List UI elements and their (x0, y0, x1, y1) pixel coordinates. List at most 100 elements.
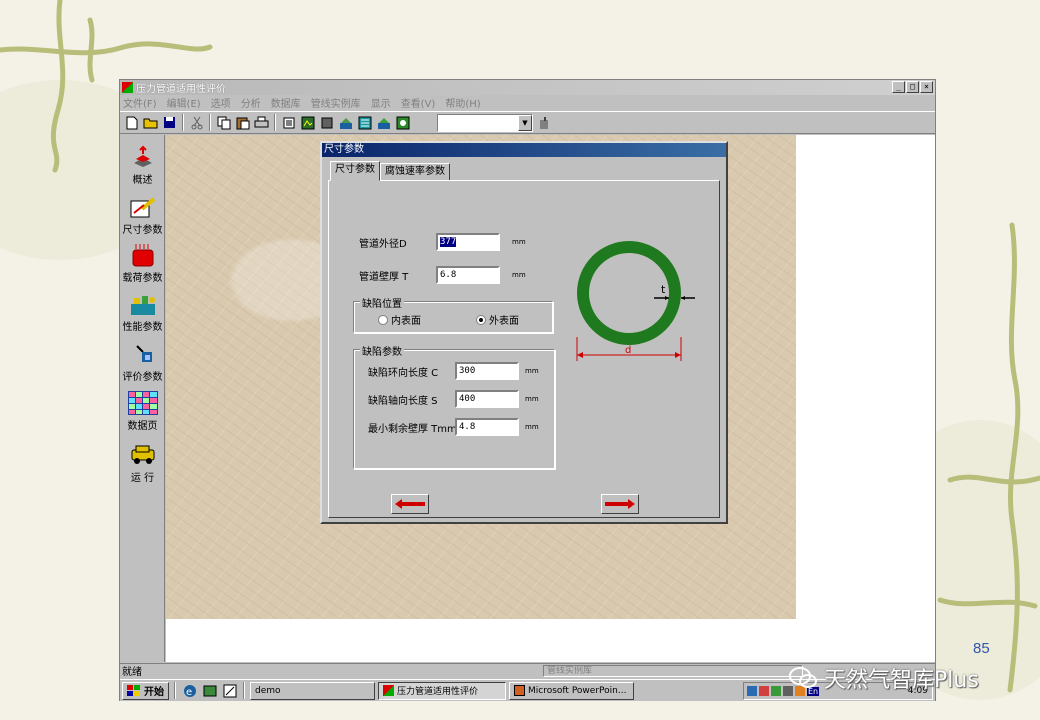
dimension-icon (128, 195, 158, 219)
prev-button[interactable] (391, 494, 429, 514)
menu-pipeline-cases[interactable]: 管线实例库 (311, 95, 361, 110)
radio-inner-surface[interactable]: 内表面 (378, 312, 421, 327)
cut-icon[interactable] (188, 114, 205, 131)
windows-logo-icon (127, 684, 140, 696)
quicklaunch-edit-icon[interactable] (221, 682, 238, 699)
window-title: 压力管道适用性评价 (136, 84, 226, 95)
open-icon[interactable] (142, 114, 159, 131)
task-powerpoint[interactable]: Microsoft PowerPoin... (509, 681, 634, 700)
tab-corrosion-rate[interactable]: 腐蚀速率参数 (380, 163, 450, 181)
new-icon[interactable] (123, 114, 140, 131)
tool-1-icon[interactable] (280, 114, 297, 131)
task-app[interactable]: 压力管道适用性评价 (378, 681, 506, 700)
wall-thickness-label: 管道壁厚 T (359, 271, 409, 283)
menu-display[interactable]: 显示 (371, 95, 391, 110)
sidebar-item-dimension[interactable]: 尺寸参数 (120, 195, 165, 236)
combo-action-icon[interactable] (535, 114, 552, 131)
tray-network-icon[interactable] (747, 686, 757, 696)
outer-diameter-row: 管道外径D 377 mm (359, 233, 526, 251)
powerpoint-icon (514, 685, 525, 696)
next-button[interactable] (601, 494, 639, 514)
taskbar-separator (243, 682, 245, 699)
menu-bar: 文件(F) 编辑(E) 选项 分析 数据库 管线实例库 显示 查看(V) 帮助(… (120, 95, 935, 110)
copy-icon[interactable] (215, 114, 232, 131)
menu-database[interactable]: 数据库 (271, 95, 301, 110)
sidebar-item-performance[interactable]: 性能参数 (120, 292, 165, 333)
task-demo[interactable]: demo (250, 681, 375, 700)
tray-pen-icon[interactable] (759, 686, 769, 696)
menu-file[interactable]: 文件(F) (123, 95, 157, 110)
watermark-text: 天然气智库Plus (824, 668, 979, 693)
wall-thickness-row: 管道壁厚 T 6.8 mm (359, 266, 526, 284)
sidebar-item-run[interactable]: 运 行 (120, 443, 165, 484)
sidebar-item-label: 性能参数 (122, 322, 163, 333)
taskbar-separator (174, 682, 176, 699)
defect-circumferential-label: 缺陷环向长度 C (368, 367, 439, 379)
start-button[interactable]: 开始 (122, 681, 169, 700)
workspace-blank-strip (166, 619, 796, 662)
dialog-title[interactable]: 尺寸参数 (322, 143, 726, 157)
menu-options[interactable]: 选项 (211, 95, 231, 110)
defect-axial-input[interactable]: 400 (455, 390, 519, 408)
min-remaining-thickness-row: 最小剩余壁厚 Tmm 4.8 mm (368, 418, 539, 436)
app-icon (383, 685, 394, 696)
defect-circumferential-unit: mm (525, 367, 539, 375)
diameter-label: d (625, 345, 631, 356)
wall-thickness-input[interactable]: 6.8 (436, 266, 500, 284)
title-bar[interactable]: 压力管道适用性评价 _ □ × (120, 80, 935, 95)
min-remaining-thickness-input[interactable]: 4.8 (455, 418, 519, 436)
dialog-tabs: 尺寸参数 腐蚀速率参数 (330, 161, 450, 181)
task-powerpoint-label: Microsoft PowerPoin... (528, 685, 627, 696)
paste-icon[interactable] (234, 114, 251, 131)
tool-4-icon[interactable] (337, 114, 354, 131)
sidebar-item-label: 尺寸参数 (122, 225, 163, 236)
task-demo-label: demo (255, 685, 281, 696)
menu-edit[interactable]: 编辑(E) (167, 95, 201, 110)
tray-app-icon[interactable] (771, 686, 781, 696)
defect-location-title: 缺陷位置 (360, 295, 404, 310)
tool-5-icon[interactable] (356, 114, 373, 131)
sidebar-item-label: 运 行 (130, 473, 155, 484)
tool-7-icon[interactable] (394, 114, 411, 131)
sidebar-item-load[interactable]: 载荷参数 (120, 243, 165, 284)
defect-circumferential-input[interactable]: 300 (455, 362, 519, 380)
pipe-bore (589, 253, 669, 333)
window-controls: _ □ × (892, 81, 933, 93)
menu-view[interactable]: 查看(V) (401, 95, 436, 110)
tool-6-icon[interactable] (375, 114, 392, 131)
sidebar-item-evaluation[interactable]: 评价参数 (120, 342, 165, 383)
data-page-icon (127, 391, 158, 415)
tab-dimension[interactable]: 尺寸参数 (330, 161, 380, 181)
outer-diameter-input[interactable]: 377 (436, 233, 500, 251)
app-icon (122, 82, 133, 93)
sidebar-item-overview[interactable]: 概述 (120, 145, 165, 186)
radio-outer-surface[interactable]: 外表面 (476, 312, 519, 327)
application-window: 压力管道适用性评价 _ □ × 文件(F) 编辑(E) 选项 分析 数据库 管线… (119, 79, 936, 701)
tool-2-icon[interactable] (299, 114, 316, 131)
minimize-button[interactable]: _ (892, 81, 905, 93)
print-icon[interactable] (253, 114, 270, 131)
sidebar-item-label: 数据页 (127, 421, 158, 432)
evaluation-icon (128, 342, 158, 366)
menu-analysis[interactable]: 分析 (241, 95, 261, 110)
sidebar-item-label: 载荷参数 (122, 273, 163, 284)
save-icon[interactable] (161, 114, 178, 131)
min-remaining-thickness-unit: mm (525, 423, 539, 431)
tool-3-icon[interactable] (318, 114, 335, 131)
ie-icon[interactable]: e (181, 682, 198, 699)
outer-diameter-value: 377 (440, 237, 457, 247)
sidebar-item-data-page[interactable]: 数据页 (120, 391, 165, 432)
outer-diameter-unit: mm (512, 238, 526, 246)
quicklaunch-icon[interactable] (201, 682, 218, 699)
close-button[interactable]: × (920, 81, 933, 93)
performance-icon (128, 292, 158, 316)
radio-dot-selected (476, 314, 486, 325)
maximize-button[interactable]: □ (906, 81, 919, 93)
load-icon (128, 243, 158, 267)
radio-dot (378, 314, 388, 325)
toolbar-combo[interactable]: ▼ (437, 113, 533, 132)
wechat-icon (789, 667, 817, 688)
chevron-down-icon[interactable]: ▼ (518, 114, 532, 131)
defect-params-group: 缺陷参数 缺陷环向长度 C 300 mm 缺陷轴向长度 S 400 mm 最小剩… (353, 343, 555, 469)
menu-help[interactable]: 帮助(H) (445, 95, 480, 110)
